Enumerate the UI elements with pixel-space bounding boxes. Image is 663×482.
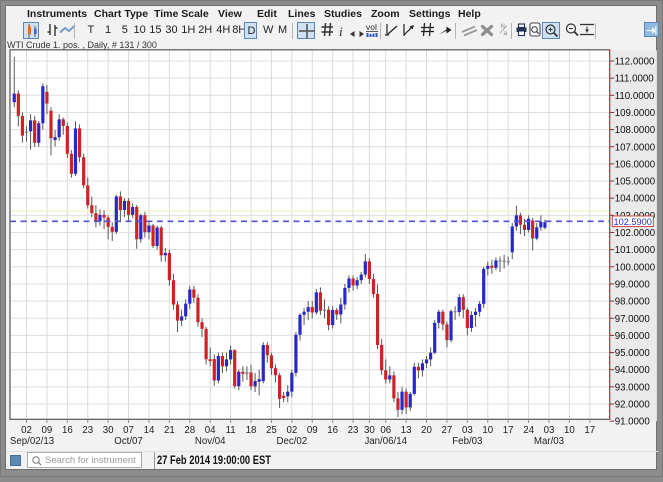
svg-text:101.0000: 101.0000 xyxy=(615,245,656,256)
svg-text:107.0000: 107.0000 xyxy=(615,142,656,153)
svg-text:112.0000: 112.0000 xyxy=(615,57,655,68)
svg-text:108.0000: 108.0000 xyxy=(615,125,656,136)
svg-text:28: 28 xyxy=(184,425,195,436)
svg-text:23: 23 xyxy=(82,425,93,436)
svg-text:Sep/02/13: Sep/02/13 xyxy=(10,436,54,447)
svg-text:106.0000: 106.0000 xyxy=(615,159,656,170)
svg-text:13: 13 xyxy=(401,425,412,436)
svg-text:02: 02 xyxy=(21,425,32,436)
svg-text:105.0000: 105.0000 xyxy=(615,177,656,188)
svg-text:97.0000: 97.0000 xyxy=(615,314,651,325)
svg-text:96.0000: 96.0000 xyxy=(615,331,651,342)
svg-text:98.0000: 98.0000 xyxy=(615,297,651,308)
svg-text:91.0000: 91.0000 xyxy=(615,417,651,428)
svg-text:21: 21 xyxy=(164,425,175,436)
svg-text:18: 18 xyxy=(246,425,257,436)
svg-text:94.0000: 94.0000 xyxy=(615,365,651,376)
svg-text:04: 04 xyxy=(205,425,216,436)
svg-text:20: 20 xyxy=(421,425,432,436)
svg-text:25: 25 xyxy=(266,425,277,436)
svg-text:16: 16 xyxy=(327,425,338,436)
svg-text:99.0000: 99.0000 xyxy=(615,279,651,290)
svg-text:Jan/06/14: Jan/06/14 xyxy=(364,436,407,447)
svg-text:02: 02 xyxy=(286,425,297,436)
svg-text:23: 23 xyxy=(348,425,359,436)
svg-text:07: 07 xyxy=(123,425,134,436)
svg-text:111.0000: 111.0000 xyxy=(615,74,655,85)
svg-text:Oct/07: Oct/07 xyxy=(114,436,143,447)
svg-text:11: 11 xyxy=(226,425,236,436)
svg-text:95.0000: 95.0000 xyxy=(615,348,651,359)
svg-text:102.0000: 102.0000 xyxy=(615,228,656,239)
svg-text:30: 30 xyxy=(103,425,114,436)
svg-text:06: 06 xyxy=(380,425,391,436)
svg-text:17: 17 xyxy=(584,425,595,436)
svg-text:30: 30 xyxy=(364,425,375,436)
svg-text:09: 09 xyxy=(42,425,53,436)
svg-text:17: 17 xyxy=(503,425,514,436)
svg-text:110.0000: 110.0000 xyxy=(615,91,655,102)
svg-text:03: 03 xyxy=(462,425,473,436)
svg-text:Nov/04: Nov/04 xyxy=(195,436,226,447)
svg-text:Mar/03: Mar/03 xyxy=(534,436,564,447)
svg-text:10: 10 xyxy=(564,425,575,436)
svg-text:Feb/03: Feb/03 xyxy=(452,436,482,447)
svg-text:109.0000: 109.0000 xyxy=(615,108,656,119)
svg-text:104.0000: 104.0000 xyxy=(615,194,656,205)
svg-text:14: 14 xyxy=(144,425,155,436)
svg-text:102.5900: 102.5900 xyxy=(614,217,652,227)
svg-text:93.0000: 93.0000 xyxy=(615,382,651,393)
svg-text:10: 10 xyxy=(482,425,493,436)
svg-text:03: 03 xyxy=(544,425,555,436)
svg-text:Dec/02: Dec/02 xyxy=(276,436,307,447)
svg-text:27: 27 xyxy=(442,425,453,436)
svg-text:09: 09 xyxy=(307,425,318,436)
svg-text:16: 16 xyxy=(62,425,73,436)
svg-text:100.0000: 100.0000 xyxy=(615,262,656,273)
svg-text:92.0000: 92.0000 xyxy=(615,400,651,411)
svg-text:24: 24 xyxy=(523,425,534,436)
